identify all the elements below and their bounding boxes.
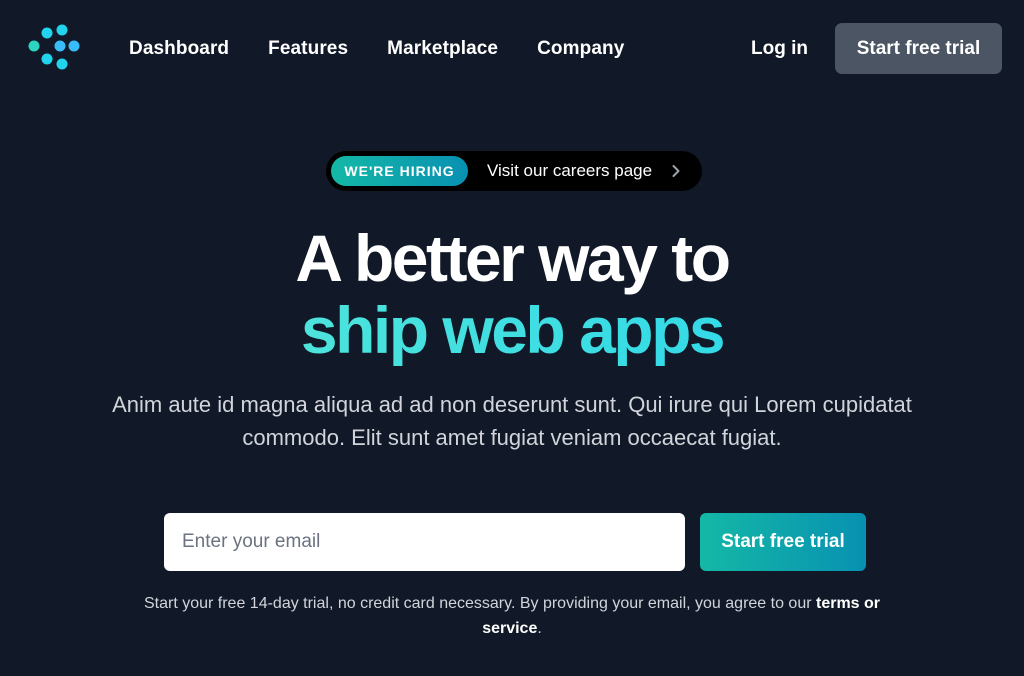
start-trial-submit-button[interactable]: Start free trial: [700, 513, 866, 571]
hero-description: Anim aute id magna aliqua ad ad non dese…: [112, 392, 912, 450]
logo-icon[interactable]: [26, 24, 82, 76]
nav-link-marketplace[interactable]: Marketplace: [387, 36, 498, 62]
top-navbar: Dashboard Features Marketplace Company L…: [0, 0, 1024, 98]
headline-line-1: A better way to: [295, 221, 731, 295]
hero-headline: A better way to ship web apps: [0, 222, 1024, 366]
headline-line-2: ship web apps: [0, 294, 1024, 366]
nav-start-trial-button[interactable]: Start free trial: [835, 23, 1002, 74]
nav-link-company[interactable]: Company: [537, 36, 624, 62]
careers-link-text: Visit our careers page: [487, 161, 653, 180]
chevron-right-icon: [672, 165, 680, 177]
nav-link-features[interactable]: Features: [268, 36, 348, 62]
hiring-badge: WE'RE HIRING: [331, 156, 468, 186]
hiring-announcement-link[interactable]: WE'RE HIRING Visit our careers page: [326, 151, 702, 191]
trial-fineprint: Start your free 14-day trial, no credit …: [140, 591, 884, 641]
fineprint-end: .: [537, 620, 542, 637]
fineprint-text: Start your free 14-day trial, no credit …: [143, 595, 816, 612]
email-input[interactable]: [164, 513, 685, 571]
primary-nav: Dashboard Features Marketplace Company: [129, 36, 624, 62]
nav-link-dashboard[interactable]: Dashboard: [129, 36, 229, 62]
login-link[interactable]: Log in: [751, 36, 808, 62]
